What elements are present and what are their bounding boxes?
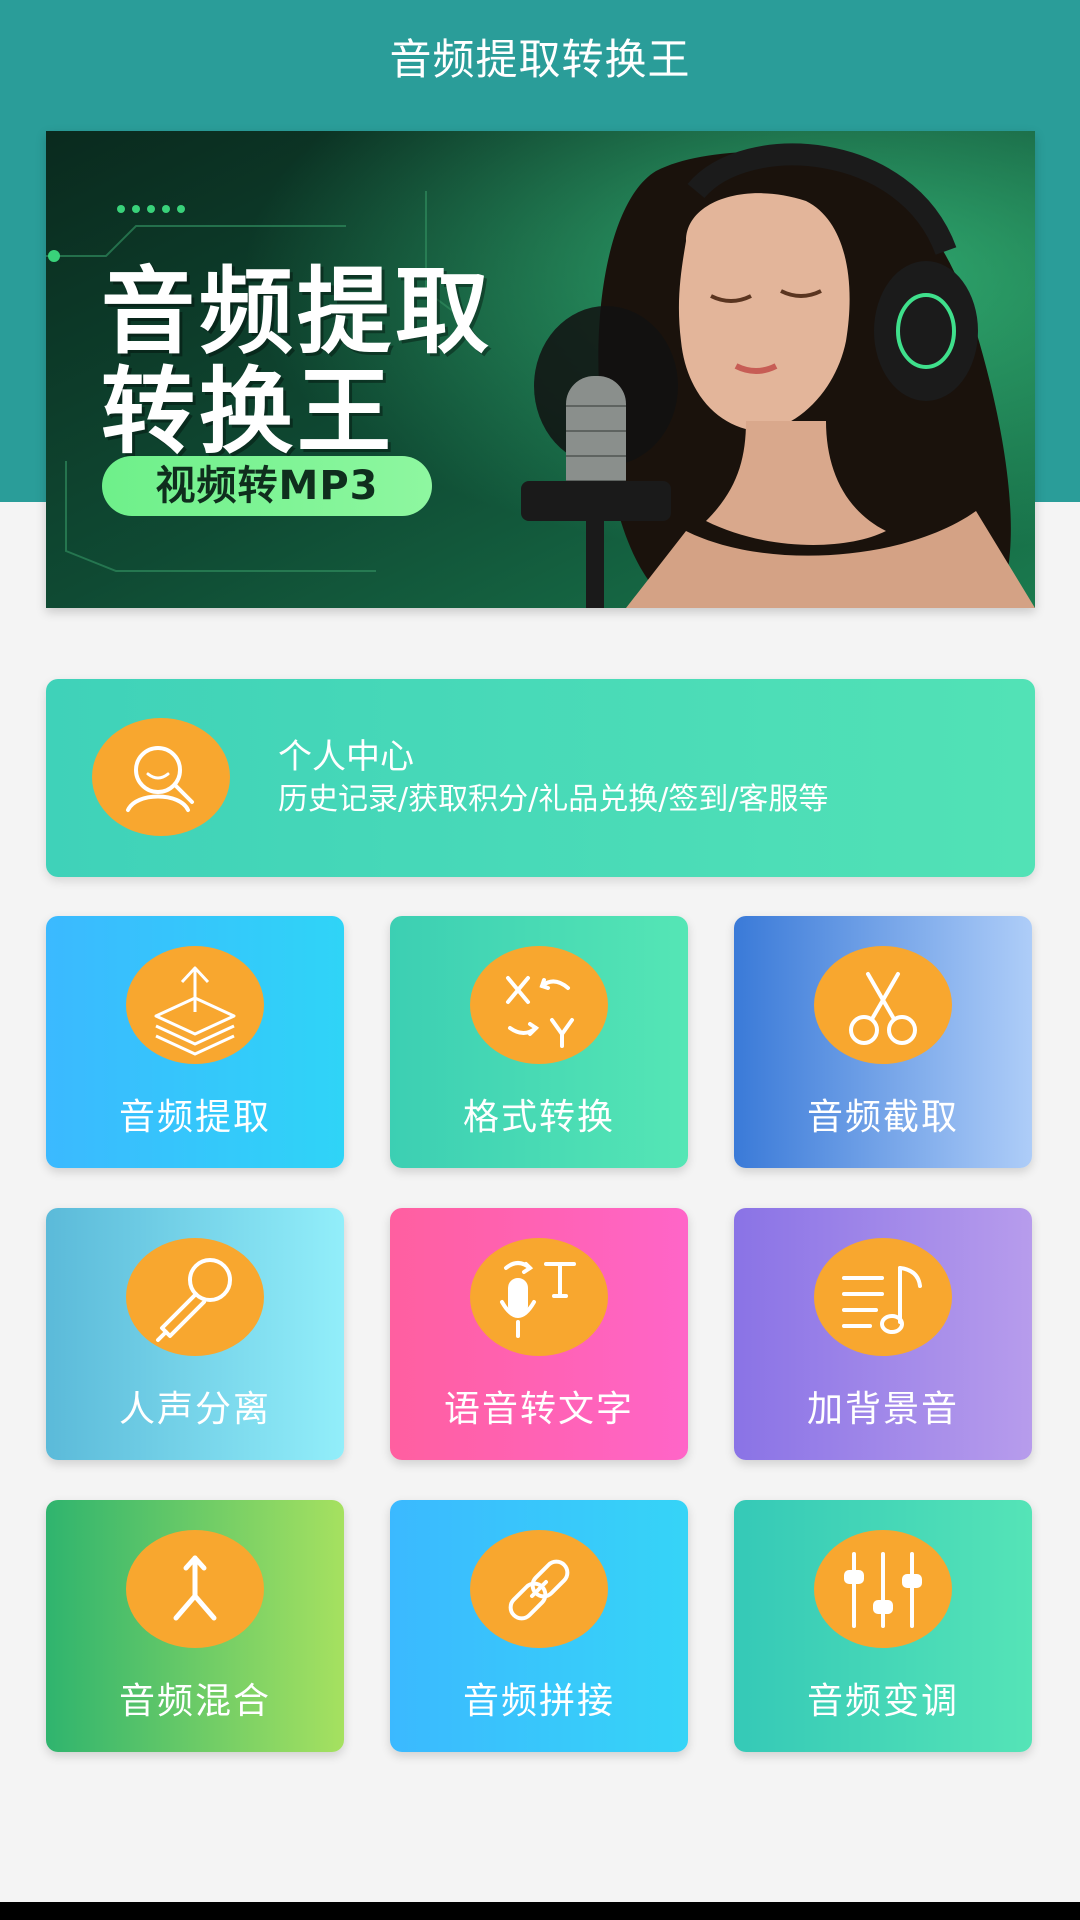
tool-audio-extract[interactable]: 音频提取 [46, 916, 344, 1168]
tool-audio-mix[interactable]: 音频混合 [46, 1500, 344, 1752]
banner-pill-badge: 视频转MP3 [102, 456, 432, 516]
tool-audio-join[interactable]: 音频拼接 [390, 1500, 688, 1752]
tool-format-convert[interactable]: 格式转换 [390, 916, 688, 1168]
tool-label: 音频截取 [806, 1097, 959, 1138]
equalizer-sliders-icon [814, 1530, 952, 1648]
profile-title: 个人中心 [278, 737, 414, 777]
personal-center-card[interactable]: 个人中心 历史记录/获取积分/礼品兑换/签到/客服等 [46, 679, 1035, 877]
tool-add-background-music[interactable]: 加背景音 [734, 1208, 1032, 1460]
tool-label: 音频变调 [806, 1681, 959, 1722]
tool-label: 语音转文字 [443, 1389, 634, 1430]
profile-subtitle: 历史记录/获取积分/礼品兑换/签到/客服等 [278, 782, 829, 817]
music-note-icon [814, 1238, 952, 1356]
upload-layers-icon [126, 946, 264, 1064]
promo-banner[interactable]: 音频提取 转换王 视频转MP3 [46, 131, 1035, 608]
tool-label: 格式转换 [462, 1097, 615, 1138]
speech-to-text-icon [470, 1238, 608, 1356]
system-navigation-bar [0, 1902, 1080, 1920]
tool-audio-pitch[interactable]: 音频变调 [734, 1500, 1032, 1752]
user-search-icon [92, 718, 230, 836]
app-title: 音频提取转换王 [389, 35, 691, 84]
tool-label: 音频混合 [118, 1681, 271, 1722]
tool-label: 音频拼接 [462, 1681, 615, 1722]
tool-label: 加背景音 [806, 1389, 959, 1430]
tool-vocal-separation[interactable]: 人声分离 [46, 1208, 344, 1460]
merge-arrow-icon [126, 1530, 264, 1648]
tool-audio-cut[interactable]: 音频截取 [734, 916, 1032, 1168]
link-icon [470, 1530, 608, 1648]
tool-label: 人声分离 [118, 1389, 271, 1430]
tool-label: 音频提取 [118, 1097, 271, 1138]
microphone-icon [126, 1238, 264, 1356]
banner-title-line2: 转换王 [101, 358, 396, 467]
x-to-y-convert-icon [470, 946, 608, 1064]
scissors-icon [814, 946, 952, 1064]
tool-speech-to-text[interactable]: 语音转文字 [390, 1208, 688, 1460]
